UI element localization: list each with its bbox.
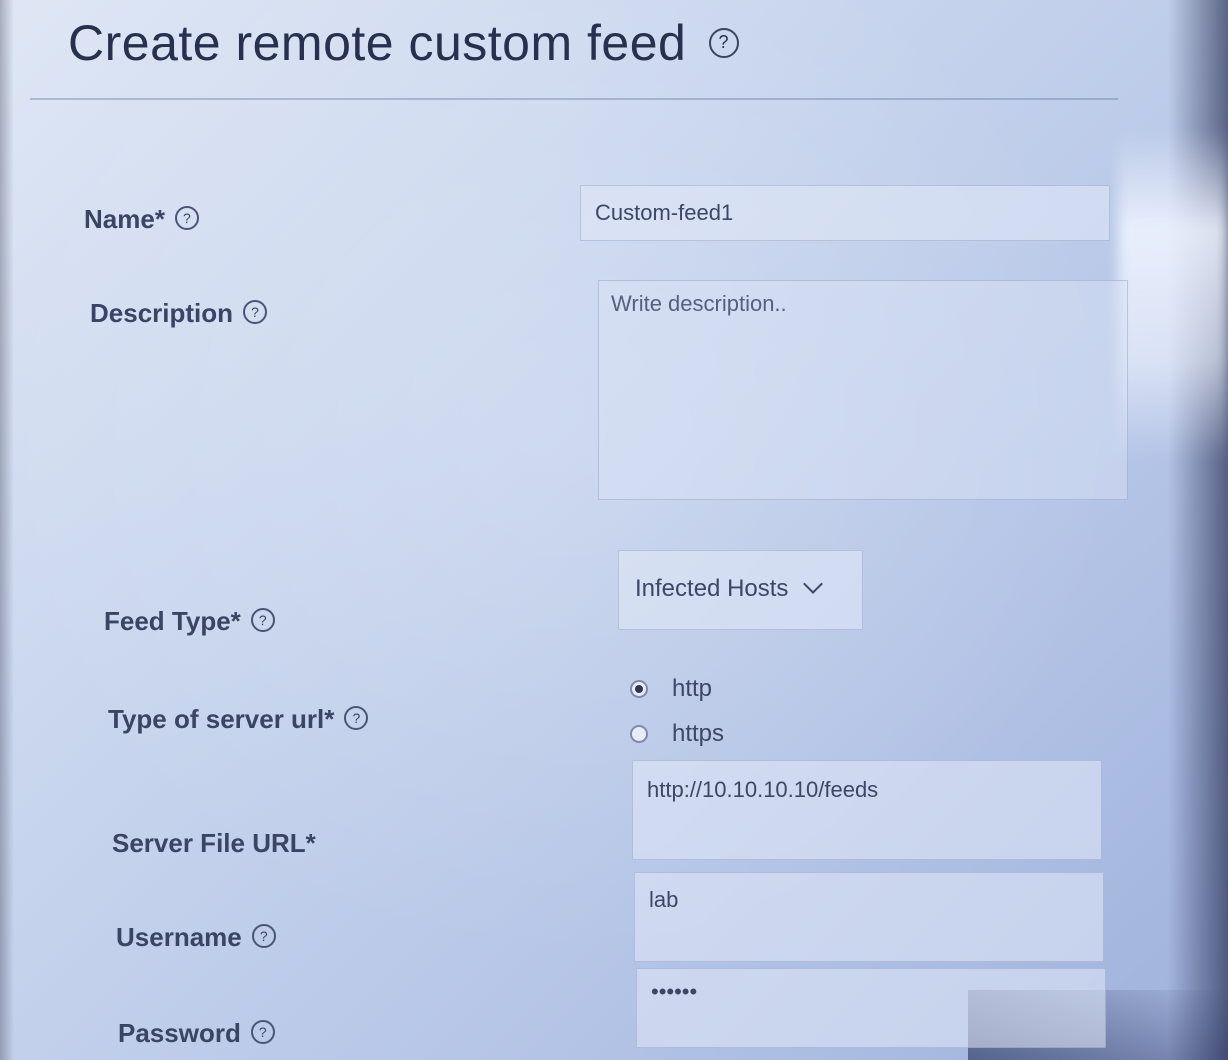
title-divider [30, 98, 1118, 100]
page-title-text: Create remote custom feed [68, 15, 687, 71]
radio-option-https[interactable]: https [630, 720, 724, 748]
help-icon[interactable]: ? [251, 924, 276, 949]
server-file-url-label: Server File URL* [112, 828, 316, 858]
name-field-value: Custom-feed1 [595, 200, 734, 225]
help-icon[interactable]: ? [174, 206, 199, 231]
description-label: Description? [90, 298, 268, 329]
password-value: •••••• [651, 979, 698, 1004]
radio-https-label: https [672, 720, 725, 747]
screen-glare [1118, 130, 1228, 460]
server-file-url-value: http://10.10.10.10/feeds [647, 777, 879, 802]
description-placeholder: Write description.. [611, 291, 787, 316]
feed-type-selected: Infected Hosts [635, 575, 789, 602]
radio-option-http[interactable]: http [630, 675, 712, 703]
feed-type-label: Feed Type*? [104, 606, 275, 637]
username-field[interactable]: lab [634, 872, 1104, 962]
radio-http[interactable] [630, 680, 648, 698]
radio-http-label: http [672, 675, 713, 702]
help-icon[interactable]: ? [250, 608, 275, 633]
help-icon[interactable]: ? [250, 1020, 275, 1045]
feed-type-select[interactable]: Infected Hosts [618, 550, 863, 630]
radio-https[interactable] [630, 725, 648, 743]
username-label: Username? [116, 922, 276, 953]
username-value: lab [649, 887, 679, 912]
page-title: Create remote custom feed ? [68, 14, 739, 72]
password-label: Password? [118, 1018, 275, 1049]
server-file-url-field[interactable]: http://10.10.10.10/feeds [632, 760, 1102, 860]
help-icon[interactable]: ? [344, 706, 369, 731]
description-field[interactable]: Write description.. [598, 280, 1128, 500]
name-label: Name*? [84, 204, 199, 235]
server-url-type-label: Type of server url*? [108, 704, 369, 735]
password-field[interactable]: •••••• [636, 968, 1106, 1048]
chevron-down-icon [803, 574, 824, 594]
help-icon[interactable]: ? [243, 300, 268, 325]
help-icon[interactable]: ? [708, 27, 739, 58]
name-field[interactable]: Custom-feed1 [580, 185, 1110, 241]
